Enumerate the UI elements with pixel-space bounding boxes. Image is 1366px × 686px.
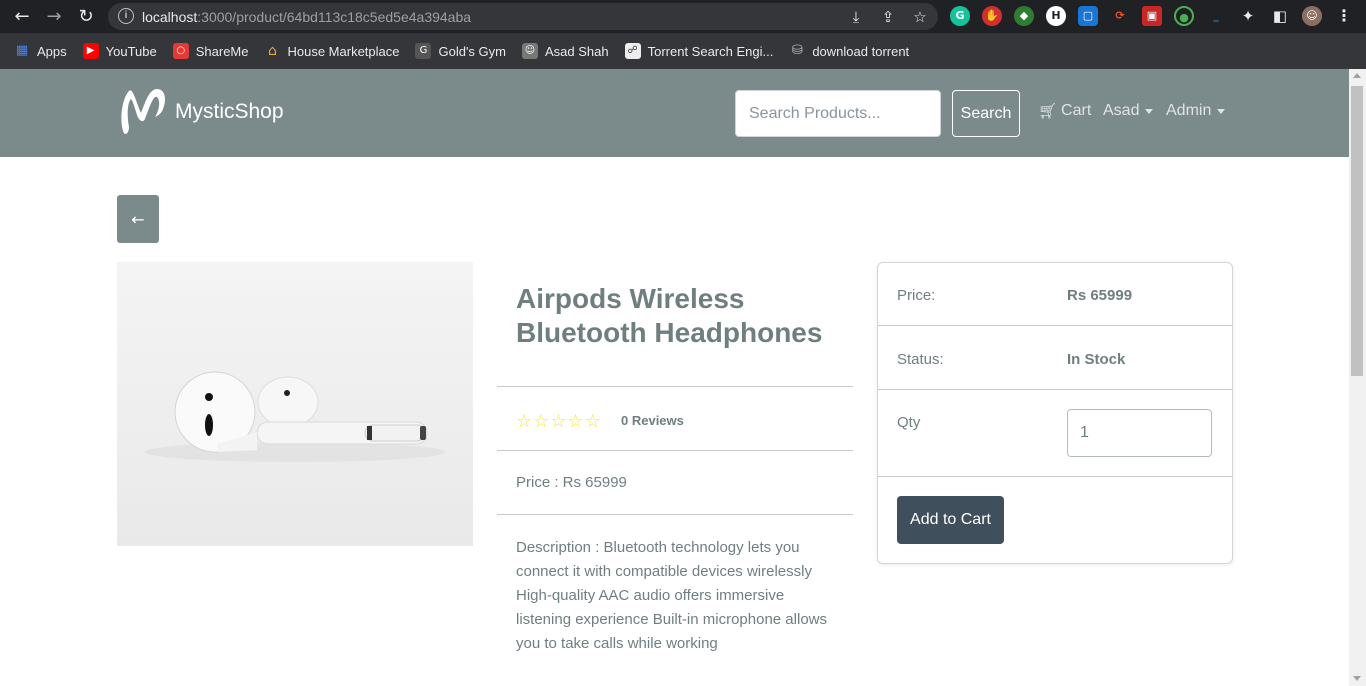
bookmark-star-icon[interactable]: ☆ (910, 7, 930, 27)
page-scrollbar[interactable] (1349, 69, 1366, 686)
admin-dropdown[interactable]: Admin (1166, 102, 1226, 120)
quantity-input[interactable] (1067, 409, 1212, 457)
share-icon[interactable]: ⇪ (878, 7, 898, 27)
mysticshop-logo-icon[interactable] (117, 87, 169, 139)
site-info-icon[interactable]: i (118, 8, 134, 24)
divider (878, 476, 1232, 477)
scroll-down-icon[interactable] (1353, 676, 1361, 681)
search-input[interactable] (735, 90, 941, 137)
site-navbar: MysticShop Search 🛒︎ Cart Asad Admin (0, 69, 1349, 157)
scroll-up-icon[interactable] (1353, 73, 1361, 78)
product-title: Airpods Wireless Bluetooth Headphones (516, 283, 823, 348)
url-text[interactable]: localhost:3000/product/64bd113c18c5ed5e4… (142, 9, 471, 25)
kebab-menu-icon[interactable]: ⋮ (1334, 6, 1354, 26)
purchase-card: Price: Rs 65999 Status: In Stock Qty Add… (877, 262, 1233, 564)
shareme-icon: ○ (172, 43, 189, 59)
adblock-extension-icon[interactable]: ✋ (982, 6, 1002, 26)
bookmark-shareme[interactable]: ○ ShareMe (172, 43, 248, 59)
caret-down-icon (1217, 108, 1226, 114)
caret-down-icon (1145, 108, 1154, 114)
bookmark-asad-shah[interactable]: ☺ Asad Shah (521, 43, 609, 59)
reload-icon[interactable]: ↻ (74, 5, 98, 29)
star-empty-icon: ☆ (584, 411, 601, 432)
bookmarks-bar: ▦ Apps ▶ YouTube ○ ShareMe ⌂ House Marketpla… (0, 33, 1366, 69)
gym-icon: G (415, 43, 432, 59)
reviews-count: 0 Reviews (621, 413, 684, 428)
bookmark-golds-gym[interactable]: G Gold's Gym (415, 43, 506, 59)
media-extension-icon[interactable]: ▣ (1142, 6, 1162, 26)
cart-link[interactable]: 🛒︎ Cart (1038, 102, 1091, 120)
star-empty-icon: ☆ (533, 411, 550, 432)
qty-label: Qty (897, 414, 921, 431)
bookmark-youtube[interactable]: ▶ YouTube (82, 43, 157, 59)
extension-h-icon[interactable]: H (1046, 6, 1066, 26)
search-button[interactable]: Search (952, 90, 1020, 137)
back-arrow-icon[interactable]: ← (10, 5, 34, 29)
database-icon: ⛁ (791, 43, 803, 58)
target-extension-icon[interactable]: ● (1174, 6, 1194, 26)
divider (497, 514, 853, 515)
divider (878, 325, 1232, 326)
extensions-puzzle-icon[interactable]: ✦ (1238, 6, 1258, 26)
profile-avatar-icon[interactable]: ☺ (1302, 6, 1322, 26)
profile-icon: ☺ (521, 43, 538, 59)
bookmark-apps[interactable]: ▦ Apps (14, 43, 67, 59)
bookmark-torrent-search[interactable]: ☍ Torrent Search Engi... (624, 43, 773, 59)
divider (497, 450, 853, 451)
screen-capture-extension-icon[interactable]: ▢ (1078, 6, 1098, 26)
color-picker-extension-icon[interactable]: ◆ (1014, 6, 1034, 26)
price-label: Price: (897, 287, 936, 304)
divider (497, 386, 853, 387)
address-bar[interactable]: i localhost:3000/product/64bd113c18c5ed5… (108, 3, 938, 30)
bookmark-house-marketplace[interactable]: ⌂ House Marketplace (264, 43, 399, 59)
star-empty-icon: ☆ (550, 411, 567, 432)
browser-toolbar: ← → ↻ i localhost:3000/product/64bd113c1… (0, 0, 1366, 33)
forward-arrow-icon[interactable]: → (42, 5, 66, 29)
product-price: Price : Rs 65999 (516, 474, 627, 491)
user-dropdown[interactable]: Asad (1103, 102, 1154, 120)
back-button[interactable]: ← (117, 195, 159, 243)
star-empty-icon: ☆ (516, 411, 533, 432)
price-value: Rs 65999 (1067, 287, 1133, 304)
product-image (117, 262, 473, 546)
rating-stars: ☆ ☆ ☆ ☆ ☆ (516, 411, 601, 432)
refresh-extension-icon[interactable]: ⟳ (1110, 6, 1130, 26)
status-label: Status: (897, 351, 944, 368)
house-icon: ⌂ (268, 43, 277, 59)
dash-extension-icon[interactable]: _ (1206, 6, 1226, 26)
status-value: In Stock (1067, 351, 1126, 368)
side-panel-icon[interactable]: ◧ (1270, 6, 1290, 26)
product-description: Description : Bluetooth technology lets … (516, 539, 827, 652)
torrent-icon: ☍ (624, 43, 641, 59)
cart-icon: 🛒︎ (1038, 102, 1058, 120)
scroll-thumb[interactable] (1351, 86, 1363, 376)
bookmark-download-torrent[interactable]: ⛁ download torrent (789, 43, 909, 59)
grammarly-extension-icon[interactable]: G (950, 6, 970, 26)
apps-grid-icon: ▦ (15, 43, 29, 58)
divider (878, 389, 1232, 390)
install-icon[interactable]: ⤓ (846, 7, 866, 27)
brand-name[interactable]: MysticShop (175, 100, 284, 124)
youtube-icon: ▶ (82, 43, 99, 59)
star-empty-icon: ☆ (567, 411, 584, 432)
airpods-image (145, 371, 445, 462)
add-to-cart-button[interactable]: Add to Cart (897, 496, 1004, 544)
